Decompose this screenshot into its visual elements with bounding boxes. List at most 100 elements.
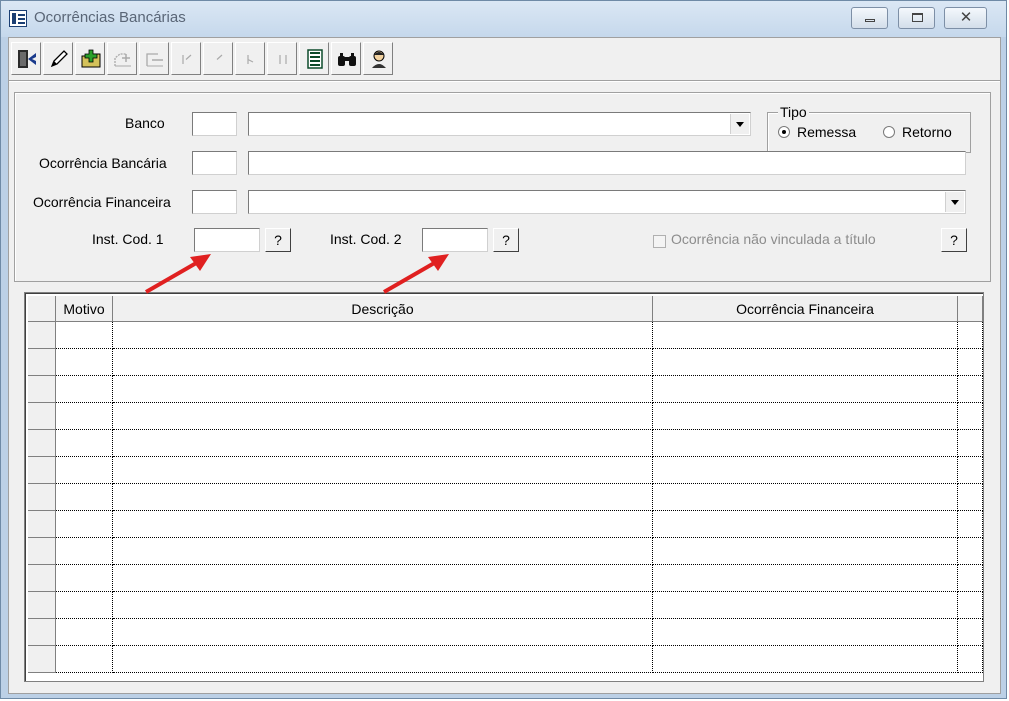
grid-cell[interactable] (653, 457, 958, 484)
banco-code-input[interactable] (192, 112, 237, 136)
close-button[interactable]: ✕ (944, 7, 987, 29)
inst-cod2-input[interactable] (422, 228, 488, 252)
edit-button[interactable] (43, 42, 73, 75)
ocorrencia-nao-vinculada-lookup-button[interactable]: ? (941, 228, 967, 252)
grid-cell[interactable] (113, 565, 653, 592)
grid-cell[interactable] (113, 646, 653, 673)
grid-cell[interactable] (653, 484, 958, 511)
ocorrencia-bancaria-description-input[interactable] (248, 151, 966, 175)
exit-button[interactable] (11, 42, 41, 75)
grid-cell[interactable] (113, 376, 653, 403)
radio-retorno-label[interactable]: Retorno (902, 124, 952, 140)
grid-row-header[interactable] (28, 619, 56, 646)
ocorrencia-nao-vinculada-checkbox[interactable] (653, 235, 666, 248)
next-record-button[interactable] (235, 42, 265, 75)
minimize-button[interactable] (851, 7, 888, 29)
radio-retorno[interactable] (883, 126, 895, 138)
grid-cell[interactable] (113, 403, 653, 430)
remove-record-button[interactable] (139, 42, 169, 75)
grid-row-header[interactable] (28, 322, 56, 349)
grid-header-ocorrencia-financeira[interactable]: Ocorrência Financeira (653, 296, 958, 322)
grid-cell[interactable] (113, 619, 653, 646)
maximize-button[interactable] (898, 7, 935, 29)
grid-cell[interactable] (653, 403, 958, 430)
grid-cell[interactable] (113, 511, 653, 538)
grid-cell[interactable] (56, 457, 113, 484)
grid-cell[interactable] (113, 349, 653, 376)
grid-cell[interactable] (653, 646, 958, 673)
toolbar-separator-highlight (9, 81, 1000, 82)
grid-cell[interactable] (113, 538, 653, 565)
grid-cell[interactable] (113, 457, 653, 484)
last-record-button[interactable] (267, 42, 297, 75)
grid-row-header[interactable] (28, 349, 56, 376)
grid-cell[interactable] (653, 322, 958, 349)
grid-cell[interactable] (56, 484, 113, 511)
grid-filler-cell (958, 403, 983, 430)
list-button[interactable] (299, 42, 329, 75)
grid-cell[interactable] (56, 430, 113, 457)
grid-row-header[interactable] (28, 511, 56, 538)
grid-header-descricao[interactable]: Descrição (113, 296, 653, 322)
app-icon[interactable] (9, 10, 27, 27)
previous-record-button[interactable] (203, 42, 233, 75)
grid-cell[interactable] (56, 511, 113, 538)
grid-row-header[interactable] (28, 403, 56, 430)
grid-cell[interactable] (56, 592, 113, 619)
grid-cell[interactable] (653, 430, 958, 457)
motivos-grid[interactable]: Motivo Descrição Ocorrência Financeira (24, 292, 984, 682)
title-bar[interactable]: Ocorrências Bancárias ✕ (1, 1, 1006, 37)
ocorrencia-financeira-select[interactable] (248, 190, 966, 214)
grid-filler-cell (958, 592, 983, 619)
grid-cell[interactable] (113, 592, 653, 619)
first-record-button[interactable] (171, 42, 201, 75)
application-window: Ocorrências Bancárias ✕ Banco Tipo Remes… (0, 0, 1007, 699)
grid-row-header[interactable] (28, 646, 56, 673)
add-record-button[interactable] (107, 42, 137, 75)
ocorrencia-nao-vinculada-label[interactable]: Ocorrência não vinculada a título (671, 231, 876, 247)
radio-remessa-label[interactable]: Remessa (797, 124, 856, 140)
chevron-down-icon[interactable] (945, 192, 964, 212)
new-button[interactable] (75, 42, 105, 75)
grid-cell[interactable] (653, 592, 958, 619)
grid-cell[interactable] (56, 619, 113, 646)
pencil-icon (50, 50, 68, 68)
grid-cell[interactable] (56, 403, 113, 430)
search-button[interactable] (331, 42, 361, 75)
grid-row-header[interactable] (28, 430, 56, 457)
last-record-icon (279, 55, 287, 64)
user-help-icon (372, 50, 386, 68)
grid-header-motivo[interactable]: Motivo (56, 296, 113, 322)
inst-cod2-lookup-button[interactable]: ? (493, 228, 519, 252)
inst-cod1-input[interactable] (194, 228, 260, 252)
grid-cell[interactable] (653, 376, 958, 403)
grid-row-header[interactable] (28, 538, 56, 565)
ocorrencia-bancaria-code-input[interactable] (192, 151, 237, 175)
grid-cell[interactable] (653, 619, 958, 646)
grid-cell[interactable] (113, 484, 653, 511)
ocorrencia-financeira-code-input[interactable] (192, 190, 237, 214)
grid-cell[interactable] (56, 565, 113, 592)
grid-cell[interactable] (56, 538, 113, 565)
grid-row-header[interactable] (28, 592, 56, 619)
grid-cell[interactable] (56, 349, 113, 376)
grid-cell[interactable] (653, 538, 958, 565)
grid-cell[interactable] (653, 565, 958, 592)
chevron-down-icon[interactable] (730, 114, 749, 134)
grid-cell[interactable] (113, 322, 653, 349)
grid-cell[interactable] (56, 322, 113, 349)
inst-cod1-lookup-button[interactable]: ? (265, 228, 291, 252)
grid-cell[interactable] (56, 376, 113, 403)
radio-remessa[interactable] (778, 126, 790, 138)
grid-row-header[interactable] (28, 484, 56, 511)
grid-cell[interactable] (653, 511, 958, 538)
grid-cell[interactable] (653, 349, 958, 376)
grid-cell[interactable] (56, 646, 113, 673)
help-button[interactable] (363, 42, 393, 75)
remove-record-icon (146, 53, 163, 67)
grid-row-header[interactable] (28, 457, 56, 484)
grid-row-header[interactable] (28, 565, 56, 592)
grid-row-header[interactable] (28, 376, 56, 403)
banco-select[interactable] (248, 112, 751, 136)
grid-cell[interactable] (113, 430, 653, 457)
